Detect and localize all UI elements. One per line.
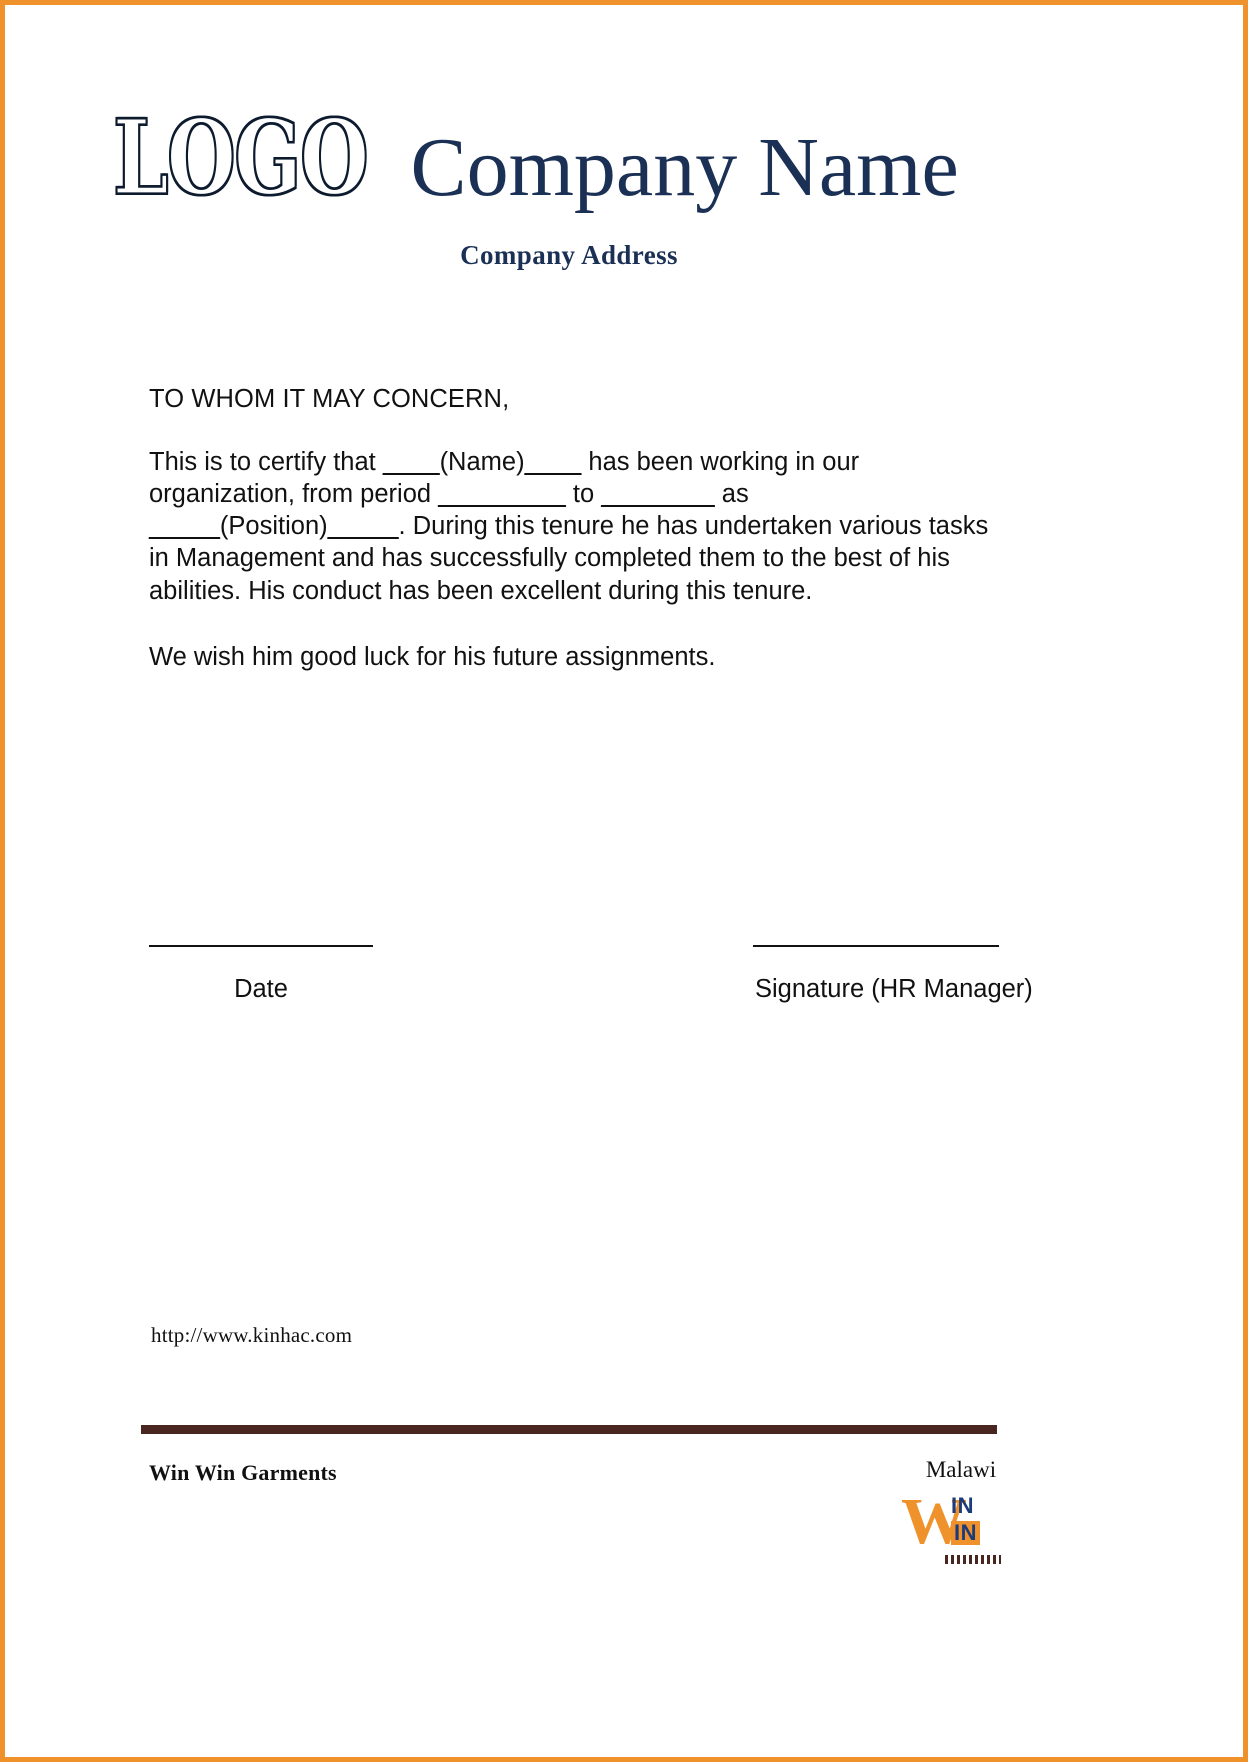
footer-country-label: Malawi <box>925 1457 997 1482</box>
footer-company-name: Win Win Garments <box>149 1460 337 1485</box>
winwin-in-top: IN <box>951 1493 974 1518</box>
winwin-in-bottom: IN <box>951 1521 980 1545</box>
winwin-base-stripes-icon <box>945 1555 1001 1564</box>
company-logo-text: LOGO <box>112 97 370 218</box>
winwin-logo-icon: W IN IN <box>899 1489 1017 1587</box>
closing-paragraph: We wish him good luck for his future ass… <box>149 642 716 671</box>
website-url[interactable]: http://www.kinhac.com <box>151 1323 352 1348</box>
document-page: LOGO Company Name Company Address TO WHOM… <box>0 0 1248 1762</box>
page-footer: Win Win Garments Malawi W IN IN <box>13 1425 1237 1605</box>
date-signature-block: Date <box>149 945 373 1004</box>
hr-signature-line <box>753 945 999 947</box>
period-from-blank: _________ <box>438 480 566 509</box>
salutation: TO WHOM IT MAY CONCERN, <box>149 385 510 413</box>
certification-paragraph: This is to certify that ____(Name)____ h… <box>149 446 999 607</box>
letterhead: LOGO Company Name Company Address <box>13 105 1237 271</box>
name-placeholder: (Name) <box>439 448 525 476</box>
hr-signature-label: Signature (HR Manager) <box>755 975 1033 1003</box>
signature-row: Date Signature (HR Manager) <box>149 945 1033 1055</box>
letterhead-headline: LOGO Company Name <box>13 105 1237 214</box>
paragraph-segment-1: This is to certify that <box>149 448 383 476</box>
company-name: Company Name <box>410 121 959 214</box>
footer-divider <box>141 1425 997 1434</box>
position-blank-trailing: _____ <box>327 512 399 541</box>
position-blank-leading: _____ <box>149 512 220 541</box>
period-to-blank: ________ <box>601 480 715 509</box>
page-sheet: LOGO Company Name Company Address TO WHOM… <box>13 13 1237 1751</box>
position-placeholder: (Position) <box>219 512 328 541</box>
name-blank-leading: ____ <box>382 448 440 476</box>
date-label: Date <box>234 975 288 1003</box>
paragraph-segment-3: to <box>565 480 602 509</box>
paragraph-segment-4: as <box>714 480 749 509</box>
hr-signature-block: Signature (HR Manager) <box>753 945 1033 1004</box>
date-signature-line <box>149 945 373 947</box>
company-address: Company Address <box>460 240 678 270</box>
name-blank-trailing: ____ <box>524 448 582 476</box>
letter-body: TO WHOM IT MAY CONCERN, This is to certi… <box>149 385 999 673</box>
